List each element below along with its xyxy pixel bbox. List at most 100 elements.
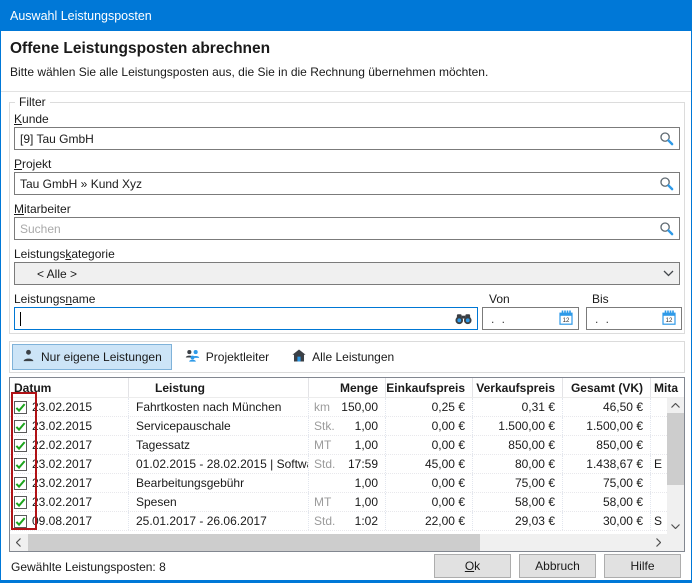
cell-gesamt: 850,00 € (563, 436, 651, 454)
cell-datum: 22.02.2017 (10, 436, 129, 454)
cell-verkaufspreis: 75,00 € (473, 474, 563, 492)
row-checkbox[interactable] (14, 515, 27, 528)
cancel-button[interactable]: Abbruch (519, 554, 596, 578)
leistungskategorie-label: Leistungskategorie (14, 247, 115, 261)
scroll-up-icon[interactable] (667, 398, 684, 413)
cell-gesamt: 1.438,67 € (563, 455, 651, 473)
unit-value: MT (314, 495, 331, 509)
table-row[interactable]: 09.08.201725.01.2017 - 26.06.2017Std.1:0… (10, 512, 667, 531)
table-row[interactable]: 22.02.2017TagessatzMT1,000,00 €850,00 €8… (10, 436, 667, 455)
row-checkbox[interactable] (14, 439, 27, 452)
svg-text:12: 12 (666, 318, 673, 324)
cell-mitarbeiter: S (651, 512, 667, 530)
von-value: . . (488, 312, 507, 326)
scroll-down-icon[interactable] (667, 519, 684, 534)
row-checkbox[interactable] (14, 420, 27, 433)
leistungskategorie-select[interactable]: < Alle > (14, 262, 680, 285)
cell-verkaufspreis: 0,31 € (473, 398, 563, 416)
table-row[interactable]: 23.02.2015ServicepauschaleStk.1,000,00 €… (10, 417, 667, 436)
menge-value: 1,00 (355, 419, 378, 433)
row-checkbox[interactable] (14, 477, 27, 490)
help-button[interactable]: Hilfe (604, 554, 681, 578)
mitarbeiter-input[interactable]: Suchen (14, 217, 680, 240)
menge-value: 150,00 (341, 400, 378, 414)
cell-verkaufspreis: 80,00 € (473, 455, 563, 473)
row-checkbox[interactable] (14, 401, 27, 414)
cell-einkaufspreis: 45,00 € (386, 455, 473, 473)
table-row[interactable]: 23.02.201701.02.2015 - 28.02.2015 | Soft… (10, 455, 667, 474)
column-header-verkaufspreis[interactable]: Verkaufspreis (473, 378, 563, 397)
scroll-right-icon[interactable] (650, 534, 667, 551)
column-header-mitarbeiter[interactable]: Mita (651, 378, 684, 397)
table-header: Datum Leistung Menge Einkaufspreis Verka… (10, 378, 684, 398)
column-header-gesamt[interactable]: Gesamt (VK) (563, 378, 651, 397)
calendar-icon[interactable]: 12 (662, 310, 676, 328)
view-toolbar: Nur eigene Leistungen Projektleiter Alle… (9, 341, 685, 373)
cell-einkaufspreis: 0,00 € (386, 417, 473, 435)
cell-gesamt: 75,00 € (563, 474, 651, 492)
horizontal-scroll-thumb[interactable] (28, 534, 480, 551)
horizontal-scrollbar[interactable] (10, 534, 667, 551)
leistungsname-input[interactable] (14, 307, 478, 330)
tab-alle-leistungen[interactable]: Alle Leistungen (282, 344, 404, 370)
cell-leistung: Spesen (129, 493, 309, 511)
window-title: Auswahl Leistungsposten (10, 9, 152, 23)
ok-button[interactable]: Ok (434, 554, 511, 578)
cell-leistung: 01.02.2015 - 28.02.2015 | Software... (129, 455, 309, 473)
column-header-datum[interactable]: Datum (10, 378, 129, 397)
menge-value: 1,00 (355, 438, 378, 452)
tab-projektleiter[interactable]: Projektleiter (175, 344, 279, 370)
leistungskategorie-value: < Alle > (37, 267, 77, 281)
unit-value: MT (314, 438, 331, 452)
vertical-scrollbar[interactable] (667, 398, 684, 534)
cell-mitarbeiter (651, 436, 667, 454)
table-row[interactable]: 23.02.2017Bearbeitungsgebühr1,000,00 €75… (10, 474, 667, 493)
cell-menge: 1,00 (309, 474, 386, 492)
house-icon (292, 349, 306, 365)
column-header-leistung[interactable]: Leistung (129, 378, 309, 397)
search-icon[interactable] (659, 131, 674, 146)
row-checkbox[interactable] (14, 496, 27, 509)
table-body: 23.02.2015Fahrtkosten nach Münchenkm150,… (10, 398, 667, 531)
column-header-menge[interactable]: Menge (309, 378, 386, 397)
cell-mitarbeiter: E (651, 455, 667, 473)
cell-menge: MT 1,00 (309, 493, 386, 511)
page-title: Offene Leistungsposten abrechnen (10, 40, 691, 58)
unit-value: Std. (314, 457, 335, 471)
cell-gesamt: 46,50 € (563, 398, 651, 416)
column-header-einkaufspreis[interactable]: Einkaufspreis (386, 378, 473, 397)
tab-nur-eigene-leistungen[interactable]: Nur eigene Leistungen (12, 344, 172, 370)
titlebar[interactable]: Auswahl Leistungsposten (1, 1, 691, 31)
cell-mitarbeiter (651, 417, 667, 435)
filter-group-label: Filter (15, 95, 50, 109)
menge-value: 1,00 (355, 495, 378, 509)
scroll-left-icon[interactable] (10, 534, 27, 551)
calendar-icon[interactable]: 12 (559, 310, 573, 328)
kunde-input[interactable]: [9] Tau GmbH (14, 127, 680, 150)
cell-menge: MT 1,00 (309, 436, 386, 454)
cell-leistung: Servicepauschale (129, 417, 309, 435)
menge-value: 1:02 (355, 514, 378, 528)
table-row[interactable]: 23.02.2015Fahrtkosten nach Münchenkm150,… (10, 398, 667, 417)
table-row[interactable]: 23.02.2017SpesenMT1,000,00 €58,00 €58,00… (10, 493, 667, 512)
datum-value: 23.02.2017 (32, 476, 92, 490)
kunde-label: Kunde (14, 112, 49, 126)
projekt-input[interactable]: Tau GmbH » Kund Xyz (14, 172, 680, 195)
cell-leistung: Fahrtkosten nach München (129, 398, 309, 416)
datum-value: 22.02.2017 (32, 438, 92, 452)
row-checkbox[interactable] (14, 458, 27, 471)
cell-einkaufspreis: 22,00 € (386, 512, 473, 530)
cell-einkaufspreis: 0,00 € (386, 474, 473, 492)
von-date-input[interactable]: . . 12 (482, 307, 579, 330)
binoculars-icon[interactable] (455, 313, 472, 325)
search-icon[interactable] (659, 176, 674, 191)
vertical-scroll-thumb[interactable] (667, 413, 684, 485)
bis-date-input[interactable]: . . 12 (586, 307, 682, 330)
cell-menge: Stk.1,00 (309, 417, 386, 435)
cell-einkaufspreis: 0,25 € (386, 398, 473, 416)
search-icon[interactable] (659, 221, 674, 236)
cell-einkaufspreis: 0,00 € (386, 493, 473, 511)
projekt-value: Tau GmbH » Kund Xyz (20, 177, 142, 191)
cell-datum: 23.02.2017 (10, 455, 129, 473)
tab-label: Projektleiter (206, 350, 269, 364)
